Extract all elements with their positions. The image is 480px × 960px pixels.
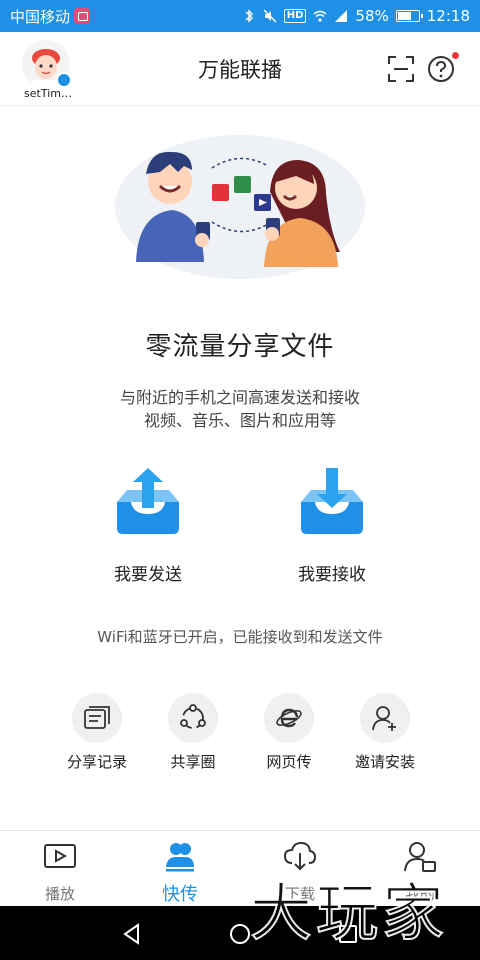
- hero-illustration: [115, 135, 365, 279]
- tab-profile-label: 我的: [404, 885, 435, 903]
- web-transfer-circle: [264, 693, 314, 743]
- play-icon: [44, 844, 76, 868]
- bluetooth-icon: [245, 9, 253, 23]
- download-tray-icon: [301, 468, 363, 534]
- scan-icon[interactable]: [388, 56, 414, 82]
- carrier-badge-icon: [74, 8, 91, 24]
- carrier-name: 中国移动: [10, 7, 71, 26]
- tab-quick-transfer[interactable]: 快传: [120, 841, 240, 906]
- send-label: 我要发送: [114, 565, 182, 585]
- web-transfer-label: 网页传: [266, 753, 312, 771]
- help-icon[interactable]: [427, 55, 455, 83]
- hd-badge: HD: [283, 9, 307, 23]
- tab-quick-transfer-label: 快传: [162, 884, 198, 905]
- profile-icon: [404, 842, 436, 872]
- tab-download[interactable]: 下载: [240, 841, 360, 904]
- invite-user-icon: [372, 706, 396, 731]
- clock: 12:18: [426, 7, 470, 25]
- user-name: setTime...: [24, 87, 76, 100]
- cloud-download-icon: [283, 841, 317, 871]
- receive-label: 我要接收: [298, 565, 366, 585]
- hero-description: 与附近的手机之间高速发送和接收 视频、音乐、图片和应用等: [0, 386, 480, 432]
- status-bar: 中国移动 HD 58% 12:18: [0, 0, 480, 32]
- connection-status-text: WiFi和蓝牙已开启，已能接收到和发送文件: [97, 628, 383, 646]
- battery-icon: [395, 10, 423, 22]
- notification-dot: [452, 52, 459, 59]
- receive-button[interactable]: 我要接收: [272, 466, 392, 585]
- signal-icon: [335, 10, 348, 22]
- status-icons: HD 58% 12:18: [242, 7, 470, 25]
- history-icon: [84, 706, 110, 729]
- browser-icon: [276, 708, 302, 728]
- invite-install-label: 邀请安装: [354, 753, 415, 771]
- send-button[interactable]: 我要发送: [88, 466, 208, 585]
- bottom-tab-bar: 播放 快传 下载 我的: [0, 830, 480, 906]
- battery-percent: 58%: [355, 7, 389, 25]
- share-history-button[interactable]: 分享记录: [52, 693, 142, 772]
- mute-icon: [263, 9, 277, 23]
- invite-install-circle: [360, 693, 410, 743]
- carrier-info: 中国移动: [10, 6, 91, 27]
- back-icon[interactable]: [120, 922, 144, 946]
- share-circle-button[interactable]: 共享圈: [148, 693, 238, 772]
- users-icon: [166, 843, 194, 872]
- wifi-icon: [313, 10, 327, 22]
- tab-download-label: 下载: [284, 885, 315, 903]
- web-transfer-button[interactable]: 网页传: [244, 693, 334, 772]
- home-icon[interactable]: [228, 922, 252, 946]
- share-circle-label: 共享圈: [170, 753, 216, 771]
- share-history-circle: [72, 693, 122, 743]
- tab-play-label: 播放: [44, 885, 75, 903]
- hero-description-line1: 与附近的手机之间高速发送和接收: [119, 388, 360, 407]
- share-circle-circle: [168, 693, 218, 743]
- upload-tray-icon: [117, 468, 179, 534]
- tab-play[interactable]: 播放: [0, 841, 120, 904]
- invite-install-button[interactable]: 邀请安装: [340, 693, 430, 772]
- app-header: setTime... 万能联播: [0, 32, 480, 106]
- share-history-label: 分享记录: [66, 753, 127, 771]
- recents-icon[interactable]: [336, 922, 360, 946]
- system-navigation-bar: [0, 906, 480, 960]
- hero-description-line2: 视频、音乐、图片和应用等: [143, 411, 336, 430]
- hero-title: 零流量分享文件: [145, 332, 335, 362]
- tab-profile[interactable]: 我的: [360, 841, 480, 904]
- share-circle-icon: [180, 704, 206, 729]
